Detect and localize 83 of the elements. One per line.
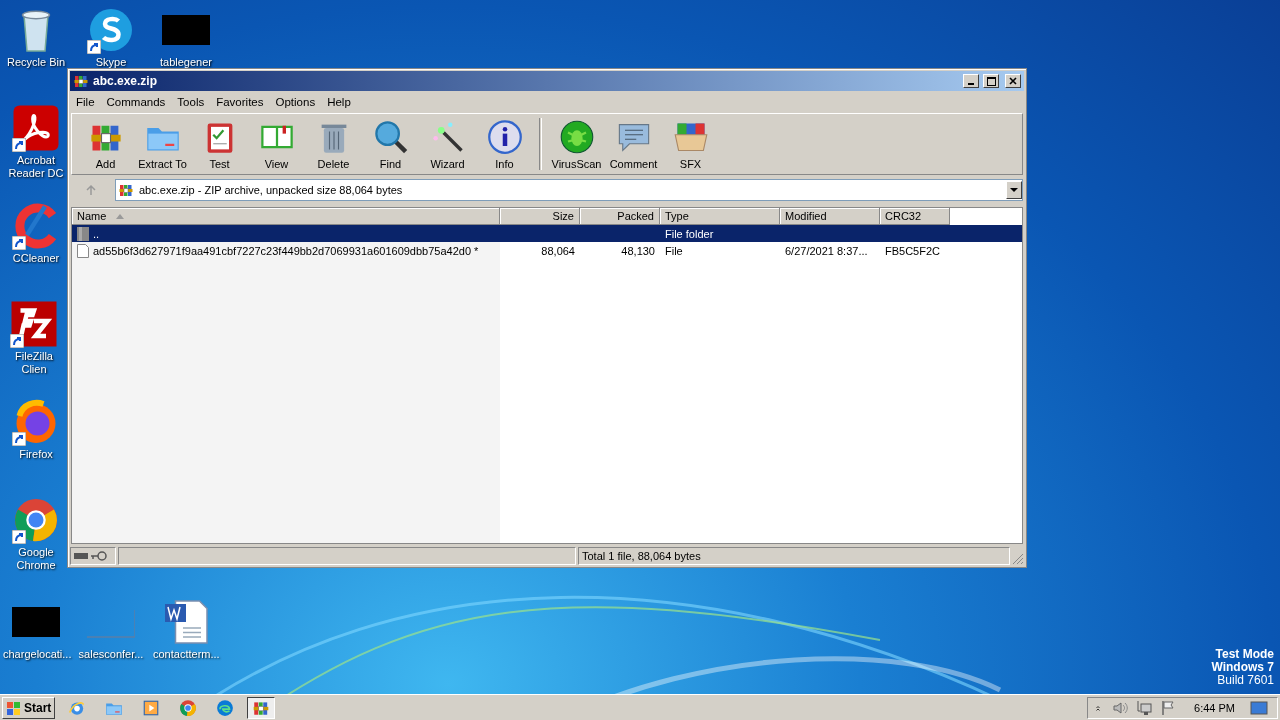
toolbar-button[interactable]: Extract To [135,116,190,172]
menu-item[interactable]: Commands [100,94,172,110]
minimize-button[interactable] [963,74,979,88]
status-text: Total 1 file, 88,064 bytes [582,550,701,562]
icon-label: tablegener [160,56,212,69]
toolbar-button[interactable]: Comment [606,116,661,172]
pdf-icon[interactable] [12,104,60,152]
toolbar-button[interactable]: Add [78,116,133,172]
magnifier-icon [372,118,409,155]
chrome-icon [179,698,198,717]
flag-icon[interactable] [1160,699,1177,716]
table-cell: .. [93,227,100,240]
icon-label: Skype [95,56,127,69]
taskbar-app-button[interactable] [247,696,276,719]
column-header[interactable]: Packed [580,208,660,225]
file-row[interactable]: .. File folder [72,225,1022,242]
table-cell: 6/27/2021 8:37... [785,244,868,257]
toolbar-button[interactable]: Test [192,116,247,172]
toolbar-button[interactable]: Find [363,116,418,172]
icon-label: Recycle Bin [6,56,66,69]
maximize-button[interactable] [983,74,999,88]
file-row[interactable]: ad55b6f3d627971f9aa491cbf7227c23f449bb2d7069931a601609dbb75a42d0 * 88,064 48,130 File 6/27/2021 8:37... FB5C5F2C [72,242,1022,259]
start-button[interactable]: Start [2,696,56,719]
icon-label: contactterm... [153,648,219,661]
column-header[interactable]: Size [500,208,580,225]
edge-icon [216,698,235,717]
os-notice-text: Test Mode [1215,648,1274,661]
file-icon [77,243,89,258]
table-cell: File folder [665,227,714,240]
books-stack-icon [118,182,134,198]
window-title: abc.exe.zip [93,74,159,88]
os-notice-text: Build 7601 [1217,674,1274,687]
maximize-icon [986,76,996,86]
show-desktop-icon[interactable] [1249,699,1269,716]
menu-item[interactable]: Tools [171,94,211,110]
drive-icon [74,552,88,560]
os-notice-text: Windows 7 [1211,661,1274,674]
folder-icon [77,226,89,241]
play-icon [142,698,161,717]
up-arrow-icon [85,184,97,196]
resize-grip-icon[interactable] [1012,553,1024,565]
fz-logo-icon[interactable] [10,300,58,348]
table-cell: ad55b6f3d627971f9aa491cbf7227c23f449bb2d7069931a601609dbb75a42d0 * [93,244,479,257]
chrome-icon[interactable] [12,496,60,544]
key-icon [91,551,107,561]
icon-label: CCleaner [12,252,60,265]
close-icon [1009,77,1017,85]
path-field[interactable]: abc.exe.zip - ZIP archive, unpacked size 88,064 bytes [115,179,1023,201]
bug-icon [558,118,595,155]
dropdown-button[interactable] [1006,181,1022,199]
books-stack-icon [73,73,89,89]
column-header[interactable]: Name [72,208,500,225]
info-icon [486,118,523,155]
icon-label: Google Chrome [15,546,57,572]
column-header[interactable]: Type [660,208,780,225]
icon-label: salesconfer... [78,648,144,661]
menu-item[interactable]: Favorites [210,94,270,110]
menu-item[interactable]: File [70,94,101,110]
table-cell: File [665,244,683,257]
toolbar-button[interactable]: Info [477,116,532,172]
icon-label: Acrobat Reader DC [7,154,65,180]
windows-logo-icon [6,699,22,716]
toolbar-button[interactable]: Wizard [420,116,475,172]
network-icon[interactable] [1136,699,1153,716]
menu-item[interactable]: Help [321,94,357,110]
icon-label: FileZilla Clien [14,350,54,376]
icon-label: Firefox [19,448,53,461]
toolbar-button[interactable]: Delete [306,116,361,172]
table-cell: 88,064 [541,244,575,257]
icon-label: chargelocati... [3,648,69,661]
caret-icon [1010,187,1018,193]
close-button[interactable] [1005,74,1021,88]
table-cell: 48,130 [621,244,655,257]
toolbar-button[interactable]: VirusScan [549,116,604,172]
table-cell: FB5C5F2C [885,244,941,257]
word-document-icon[interactable] [162,598,210,646]
s-logo-icon[interactable] [87,6,135,54]
column-header[interactable]: CRC32 [880,208,950,225]
toolbar-button[interactable]: SFX [663,116,718,172]
toolbar-button[interactable]: View [249,116,304,172]
menu-item[interactable]: Options [269,94,322,110]
clock-text[interactable]: 6:44 PM [1194,701,1235,714]
column-header[interactable]: Modified [780,208,880,225]
